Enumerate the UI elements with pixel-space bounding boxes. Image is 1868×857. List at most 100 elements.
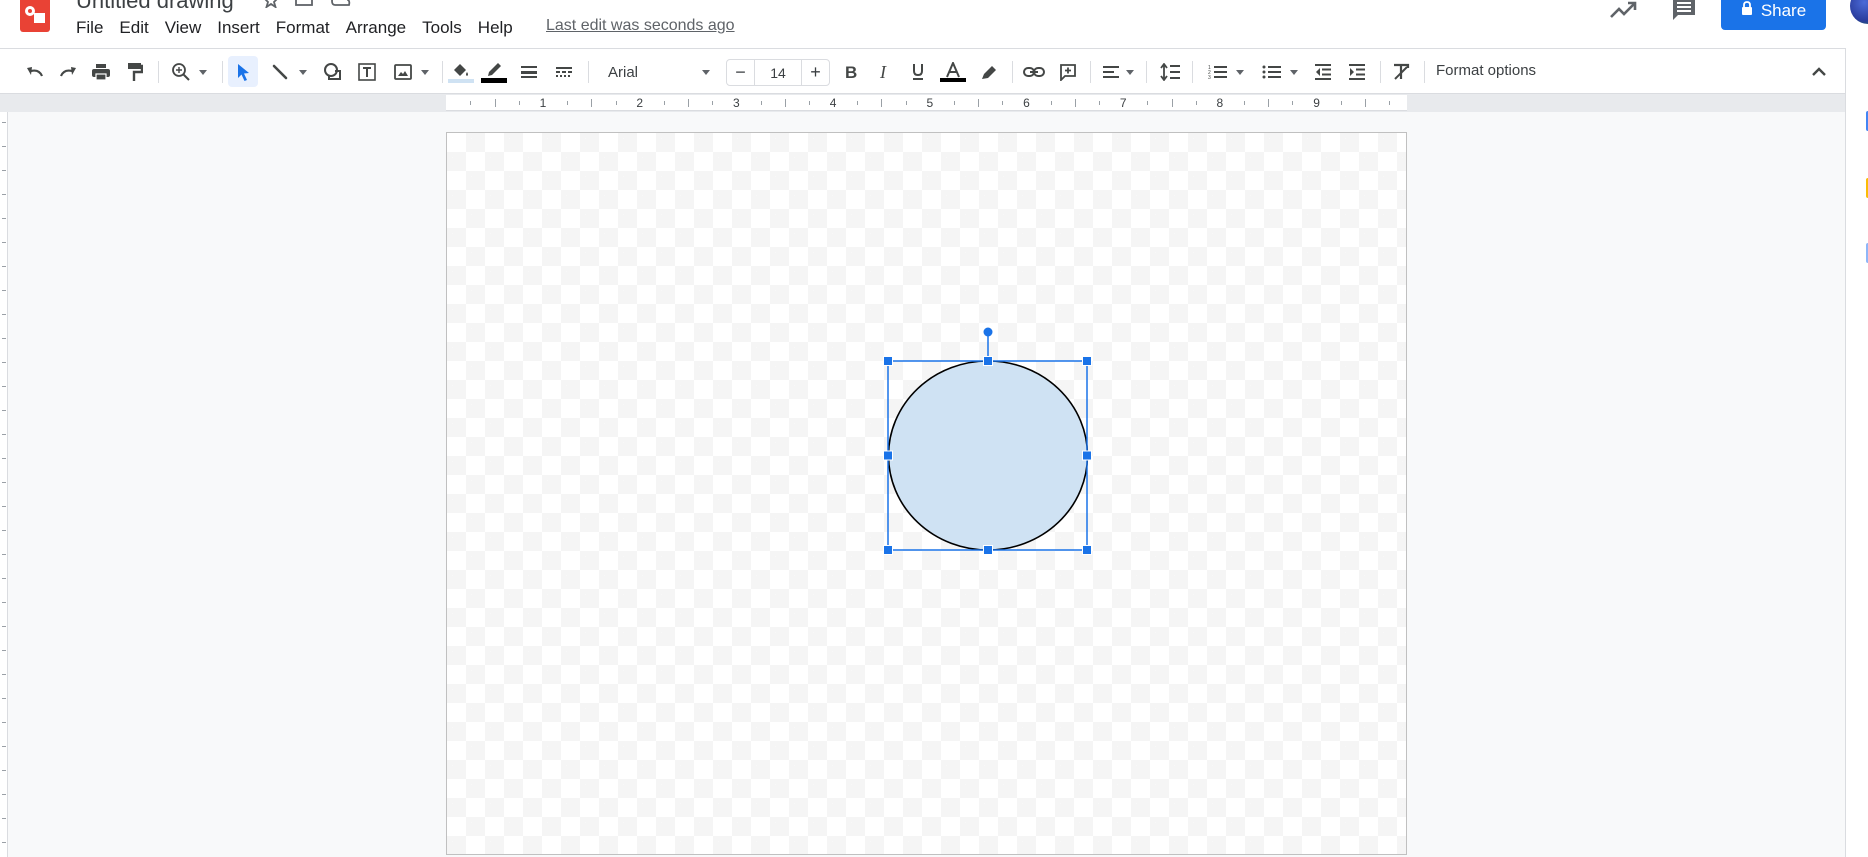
ruler-tick [2,194,6,195]
share-label: Share [1760,1,1807,20]
ruler-tick [1244,101,1246,105]
font-family-select[interactable]: Arial [598,58,716,86]
menu-view[interactable]: View [157,16,210,40]
menu-help[interactable]: Help [470,16,521,40]
ruler-tick [2,458,6,459]
star-icon[interactable] [262,0,280,10]
ruler-tick [688,99,690,107]
ruler-tick [2,122,6,123]
numbered-list-button[interactable]: 123 [1204,58,1248,86]
decrease-indent-icon[interactable] [1310,58,1336,86]
zoom-button[interactable] [166,58,212,86]
paint-roller-icon[interactable] [122,58,148,86]
ruler-tick [760,101,762,105]
shape-tool[interactable] [320,58,346,86]
drawing-page[interactable] [446,132,1407,855]
ruler-tick [2,218,6,219]
image-tool[interactable] [388,58,434,86]
move-to-folder-icon[interactable] [295,0,313,6]
account-avatar[interactable] [1850,0,1868,24]
border-dash-button[interactable] [551,58,577,86]
italic-icon[interactable]: I [872,58,898,86]
menu-format[interactable]: Format [268,16,338,40]
vertical-ruler[interactable] [0,112,8,857]
undo-icon[interactable] [22,58,48,86]
last-edit-link[interactable]: Last edit was seconds ago [546,17,735,35]
ruler-tick [2,626,6,627]
line-weight-icon [520,65,538,79]
text-box-icon [357,62,377,82]
border-weight-button[interactable] [516,58,542,86]
ruler-label: 3 [733,96,740,110]
decrease-font-size-button[interactable]: − [727,60,754,85]
bulleted-list-button[interactable] [1258,58,1302,86]
ruler-tick [1002,101,1004,105]
text-color-swatch [940,78,966,82]
ruler-label: 2 [636,96,644,110]
ruler-tick [1364,99,1366,107]
chevron-up-icon[interactable] [1808,61,1830,83]
bold-icon[interactable]: B [838,58,864,86]
line-spacing-icon[interactable] [1156,58,1184,86]
header: Untitled drawing File Edit View Insert F… [0,0,1868,48]
chevron-down-icon [1126,69,1134,75]
text-box-tool[interactable] [354,58,380,86]
ruler-tick [2,770,6,771]
ruler-tick [2,698,6,699]
share-button[interactable]: Share [1721,0,1826,30]
text-color-button[interactable] [938,58,968,86]
ruler-tick [2,386,6,387]
clear-formatting-icon[interactable] [1388,58,1414,86]
fill-color-button[interactable] [446,58,476,86]
ruler-tick [2,650,6,651]
format-options-button[interactable]: Format options [1436,62,1536,79]
print-icon[interactable] [88,58,114,86]
ruler-tick [2,146,6,147]
svg-text:I: I [879,64,887,80]
increase-indent-icon[interactable] [1344,58,1370,86]
line-tool[interactable] [266,58,312,86]
ruler-tick [2,242,6,243]
ruler-tick [2,674,6,675]
align-button[interactable] [1098,58,1138,86]
ruler-tick [2,722,6,723]
increase-font-size-button[interactable]: + [802,60,829,85]
document-title[interactable]: Untitled drawing [76,0,234,14]
ruler-tick [1195,101,1197,105]
chevron-down-icon [702,70,710,75]
ruler-tick [1268,99,1270,107]
ruler-tick [784,99,786,107]
menu-file[interactable]: File [68,16,111,40]
menu-arrange[interactable]: Arrange [338,16,414,40]
ruler-tick [1389,101,1391,105]
add-comment-icon[interactable] [1055,58,1081,86]
cloud-status-icon[interactable] [331,0,351,6]
insert-link-icon[interactable] [1020,58,1048,86]
trending-up-icon[interactable] [1608,0,1638,22]
menu-insert[interactable]: Insert [209,16,268,40]
underline-icon[interactable] [905,58,931,86]
highlight-icon[interactable] [976,58,1002,86]
ruler-tick [2,290,6,291]
ruler-tick [808,101,810,105]
menu-tools[interactable]: Tools [414,16,470,40]
redo-icon[interactable] [55,58,81,86]
ruler-tick [2,530,6,531]
side-panel [1846,48,1868,857]
menu-edit[interactable]: Edit [111,16,156,40]
text-color-icon [945,62,961,78]
select-tool[interactable] [228,56,258,87]
ruler-tick [1147,101,1149,105]
border-color-button[interactable] [479,58,509,86]
ruler-tick [1074,99,1076,107]
ruler-tick [518,101,520,105]
ruler-label: 5 [926,96,934,110]
chevron-down-icon [421,69,429,75]
ruler-tick [591,99,593,107]
ruler-tick [615,101,617,105]
horizontal-ruler[interactable]: 1 2 3 4 5 6 7 8 9 [446,95,1407,111]
ruler-label: 9 [1313,96,1320,110]
font-size-input[interactable]: 14 [754,60,802,85]
google-drawings-logo[interactable] [20,0,50,32]
comment-icon[interactable] [1670,0,1698,22]
